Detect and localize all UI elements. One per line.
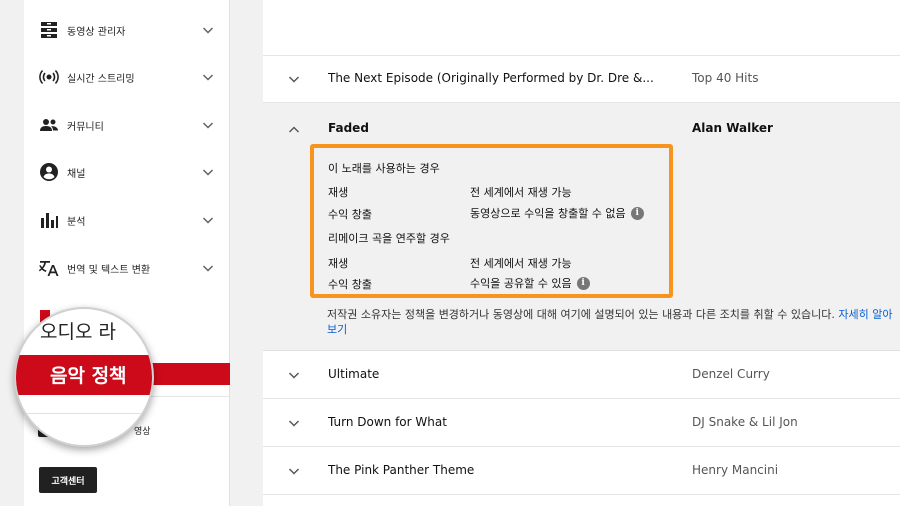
sidebar-item-community[interactable]: 커뮤니티 [24,103,230,147]
info-icon[interactable]: i [630,206,644,220]
music-policy-label[interactable]: 음악 정책 [50,361,127,388]
community-icon [38,114,60,136]
list-header-area [263,0,900,56]
table-row[interactable]: Ultimate Denzel Curry [263,352,900,399]
table-row[interactable]: Turn Down for What DJ Snake & Lil Jon [263,400,900,447]
table-row[interactable]: The Pink Panther Theme Henry Mancini [263,448,900,495]
sidebar-item-label: 채널 [67,168,86,180]
chevron-down-icon[interactable] [287,368,301,382]
live-stream-icon [38,66,60,88]
help-center-button[interactable]: 고객센터 [39,467,97,493]
sidebar-item-translate[interactable]: 번역 및 텍스트 변환 [24,246,230,290]
use-play-key: 재생 [328,186,349,199]
analytics-icon [38,209,60,231]
sidebar-item-channel[interactable]: 채널 [24,150,230,194]
magnifier-callout: 오디오 라 음악 정책 [14,307,154,447]
use-play-value: 전 세계에서 재생 가능 [470,186,572,199]
chevron-down-icon[interactable] [201,261,215,275]
track-artist: Denzel Curry [692,367,770,381]
use-monetize-key: 수익 창출 [328,208,372,221]
track-title: Ultimate [328,367,380,381]
policy-details-box: 이 노래를 사용하는 경우 재생 전 세계에서 재생 가능 수익 창출 동영상으… [310,144,673,298]
track-title: Faded [328,121,369,135]
chevron-down-icon[interactable] [287,72,301,86]
table-row[interactable]: The Next Episode (Originally Performed b… [263,56,900,103]
sidebar-item-label: 동영상 관리자 [67,26,126,38]
cover-monetize-value: 수익을 공유할 수 있음 i [470,275,590,291]
music-policy-page: 동영상 관리자 실시간 스트리밍 커뮤니티 채널 분석 번역 및 텍스트 변환 … [0,0,900,506]
channel-icon [38,161,60,183]
chevron-down-icon[interactable] [201,213,215,227]
cover-song-heading: 리메이크 곡을 연주할 경우 [328,232,450,245]
sidebar-item-analytics[interactable]: 분석 [24,198,230,242]
music-policy-active-bar [150,363,230,385]
sidebar-item-label: 커뮤니티 [67,121,104,133]
chevron-down-icon[interactable] [201,70,215,84]
track-title: The Pink Panther Theme [328,463,475,477]
chevron-down-icon[interactable] [287,416,301,430]
track-artist: Alan Walker [692,121,773,135]
cover-play-key: 재생 [328,257,349,270]
track-artist: DJ Snake & Lil Jon [692,415,798,429]
track-title: Turn Down for What [328,415,447,429]
music-policy-list: The Next Episode (Originally Performed b… [263,0,900,506]
use-monetize-value: 동영상으로 수익을 창출할 수 없음 i [470,205,644,221]
info-icon[interactable]: i [576,276,590,290]
cover-play-value: 전 세계에서 재생 가능 [470,257,572,270]
chevron-down-icon[interactable] [201,118,215,132]
sidebar-item-label: 분석 [67,216,86,228]
sidebar-item-label: 실시간 스트리밍 [67,73,135,85]
track-artist: Top 40 Hits [692,71,759,85]
track-artist: Henry Mancini [692,463,779,477]
chevron-down-icon[interactable] [287,464,301,478]
table-row-expanded[interactable]: Faded Alan Walker 이 노래를 사용하는 경우 재생 전 세계에… [263,103,900,351]
chevron-up-icon[interactable] [287,121,301,135]
chevron-down-icon[interactable] [201,23,215,37]
use-song-heading: 이 노래를 사용하는 경우 [328,162,440,175]
video-manager-icon [38,19,60,41]
chevron-down-icon[interactable] [201,165,215,179]
sidebar-item-video-fragment[interactable]: 영상 [134,424,151,437]
copyright-notice: 저작권 소유자는 정책을 변경하거나 동영상에 대해 여기에 설명되어 있는 내… [327,308,893,336]
sidebar-item-video-manager[interactable]: 동영상 관리자 [24,8,230,52]
cover-monetize-key: 수익 창출 [328,278,372,291]
magnifier-divider [16,413,152,414]
sidebar-item-label: 번역 및 텍스트 변환 [67,264,151,276]
sidebar-item-live-stream[interactable]: 실시간 스트리밍 [24,55,230,99]
translate-icon [38,257,60,279]
track-title: The Next Episode (Originally Performed b… [328,71,654,85]
audio-library-label: 오디오 라 [40,321,116,343]
